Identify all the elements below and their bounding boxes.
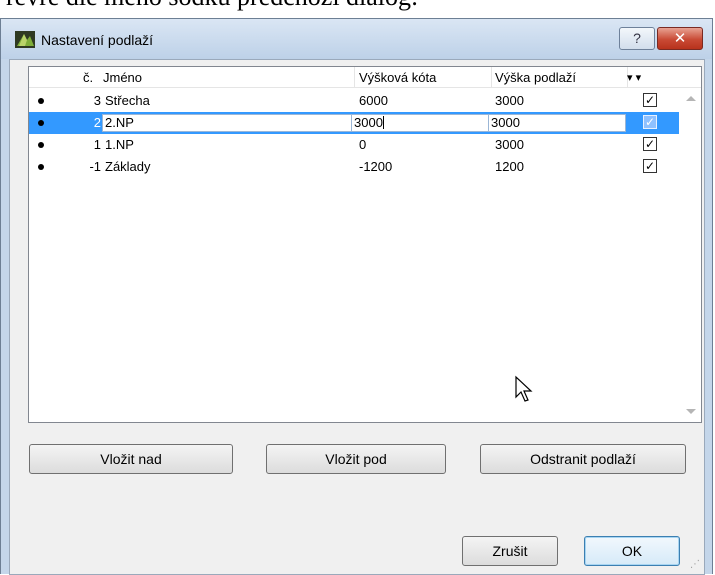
stories-table: č. Jméno Výšková kóta Výška podlaží ▾ ▾ … (28, 66, 702, 423)
header-number[interactable]: č. (83, 70, 93, 85)
remove-story-button[interactable]: Odstranit podlaží (480, 444, 686, 474)
story-number: 3 (93, 93, 101, 108)
story-height-value: 3000 (491, 115, 520, 130)
table-header: č. Jméno Výšková kóta Výška podlaží ▾ ▾ (29, 67, 701, 88)
story-number: 2 (93, 115, 101, 130)
story-bullet-icon (38, 120, 44, 126)
story-name[interactable]: 1.NP (105, 137, 134, 152)
story-settings-dialog: Nastavení podlaží ? ✕ č. Jméno Výšková k… (0, 18, 713, 575)
mouse-cursor-icon (515, 375, 533, 402)
story-name[interactable]: Střecha (105, 93, 150, 108)
story-height[interactable]: 3000 (495, 93, 524, 108)
insert-below-button[interactable]: Vložit pod (266, 444, 446, 474)
story-elevation[interactable]: 0 (359, 137, 366, 152)
story-elevation[interactable]: -1200 (359, 159, 392, 174)
close-button[interactable]: ✕ (657, 27, 703, 50)
header-elevation[interactable]: Výšková kóta (359, 70, 436, 85)
story-height-field[interactable]: 3000 (488, 114, 626, 132)
story-height[interactable]: 3000 (495, 137, 524, 152)
story-number: -1 (89, 159, 101, 174)
insert-above-button[interactable]: Vložit nad (29, 444, 233, 474)
story-name-value: 2.NP (105, 115, 134, 130)
story-name-field[interactable]: 2.NP (102, 114, 352, 132)
show-checkbox[interactable]: ✓ (643, 137, 657, 151)
show-checkbox[interactable]: ✓ (643, 115, 657, 129)
story-bullet-icon (38, 164, 44, 170)
vertical-scrollbar[interactable] (681, 88, 701, 422)
header-story-height[interactable]: Výška podlaží (495, 70, 576, 85)
text-caret (382, 116, 384, 129)
story-number: 1 (93, 137, 101, 152)
dialog-client-area: č. Jméno Výšková kóta Výška podlaží ▾ ▾ … (9, 59, 705, 575)
title-bar: Nastavení podlaží ? ✕ (1, 19, 712, 59)
story-bullet-icon (38, 142, 44, 148)
app-icon (15, 31, 35, 48)
show-checkbox[interactable]: ✓ (643, 93, 657, 107)
table-row[interactable]: 3 Střecha 6000 3000 ✓ (29, 90, 679, 112)
story-elevation-value: 3000 (354, 115, 383, 130)
cancel-button[interactable]: Zrušit (462, 536, 558, 566)
show-checkbox[interactable]: ✓ (643, 159, 657, 173)
story-bullet-icon (38, 98, 44, 104)
help-button[interactable]: ? (619, 27, 655, 50)
story-elevation-field[interactable]: 3000 (351, 114, 489, 132)
dialog-title: Nastavení podlaží (41, 32, 154, 48)
story-elevation[interactable]: 6000 (359, 93, 388, 108)
table-row[interactable]: 1 1.NP 0 3000 ✓ (29, 134, 679, 156)
table-row-selected[interactable]: 2 2.NP 3000 3000 ✓ (29, 112, 679, 134)
scroll-up-icon[interactable] (686, 96, 696, 101)
story-height[interactable]: 1200 (495, 159, 524, 174)
story-name[interactable]: Základy (105, 159, 151, 174)
header-name[interactable]: Jméno (103, 70, 142, 85)
resize-grip-icon[interactable]: ⋰ (690, 559, 700, 570)
header-show-toggle[interactable]: ▾ ▾ (627, 71, 641, 84)
ok-button[interactable]: OK (584, 536, 680, 566)
scroll-down-icon[interactable] (686, 409, 696, 414)
table-row[interactable]: -1 Základy -1200 1200 ✓ (29, 156, 679, 178)
